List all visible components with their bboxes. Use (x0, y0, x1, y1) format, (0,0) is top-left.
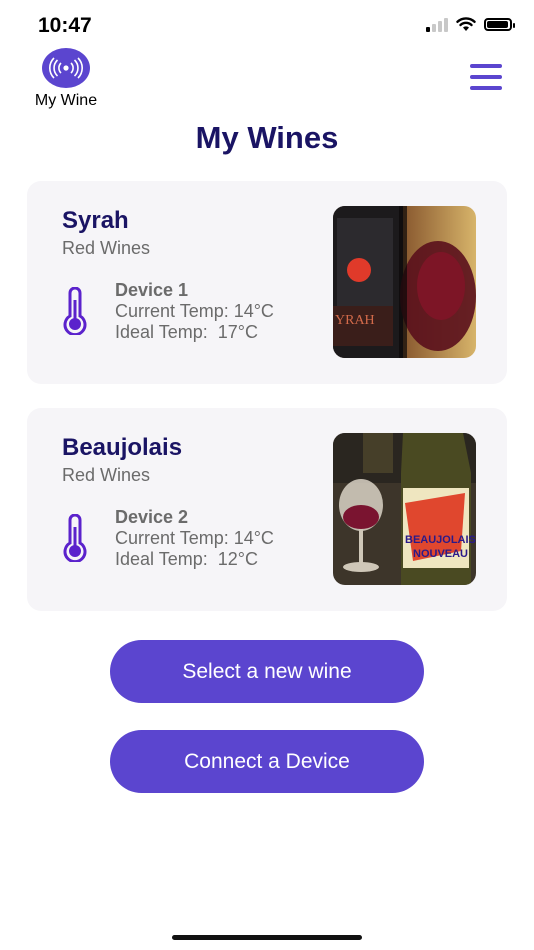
cellular-signal-icon (426, 17, 448, 32)
thermometer-icon (63, 287, 87, 335)
svg-text:YRAH: YRAH (335, 313, 375, 328)
hamburger-icon[interactable] (470, 64, 502, 90)
ideal-temp: Ideal Temp: 17°C (115, 322, 258, 342)
select-new-wine-button[interactable]: Select a new wine (110, 640, 424, 703)
wifi-icon (456, 17, 476, 31)
wine-card-syrah[interactable]: Syrah Red Wines Device 1 Current Temp: 1… (27, 181, 507, 384)
app-logo[interactable]: My Wine (28, 48, 104, 110)
wine-category: Red Wines (62, 465, 151, 485)
home-indicator[interactable] (172, 935, 362, 940)
status-time: 10:47 (38, 14, 92, 37)
app-logo-label: My Wine (34, 92, 98, 109)
wine-photo-syrah: YRAH (333, 206, 476, 358)
connect-device-button[interactable]: Connect a Device (110, 730, 424, 793)
svg-text:NOUVEAU: NOUVEAU (413, 548, 468, 560)
status-icons (426, 17, 515, 32)
thermometer-icon (63, 514, 87, 562)
svg-text:BEAUJOLAIS: BEAUJOLAIS (405, 534, 476, 546)
wine-category: Red Wines (62, 238, 151, 258)
status-bar: 10:47 (0, 0, 534, 50)
device-name: Device 1 (115, 280, 189, 300)
wine-name: Beaujolais (62, 434, 183, 461)
current-temp: Current Temp: 14°C (115, 528, 274, 548)
battery-icon (484, 18, 515, 31)
wine-name: Syrah (62, 207, 129, 234)
wine-card-beaujolais[interactable]: Beaujolais Red Wines Device 2 Current Te… (27, 408, 507, 611)
current-temp: Current Temp: 14°C (115, 301, 274, 321)
broadcast-icon (42, 48, 90, 88)
wine-photo-beaujolais: BEAUJOLAIS NOUVEAU (333, 433, 476, 585)
ideal-temp: Ideal Temp: 12°C (115, 549, 258, 569)
device-name: Device 2 (115, 507, 189, 527)
page-title: My Wines (195, 120, 339, 155)
